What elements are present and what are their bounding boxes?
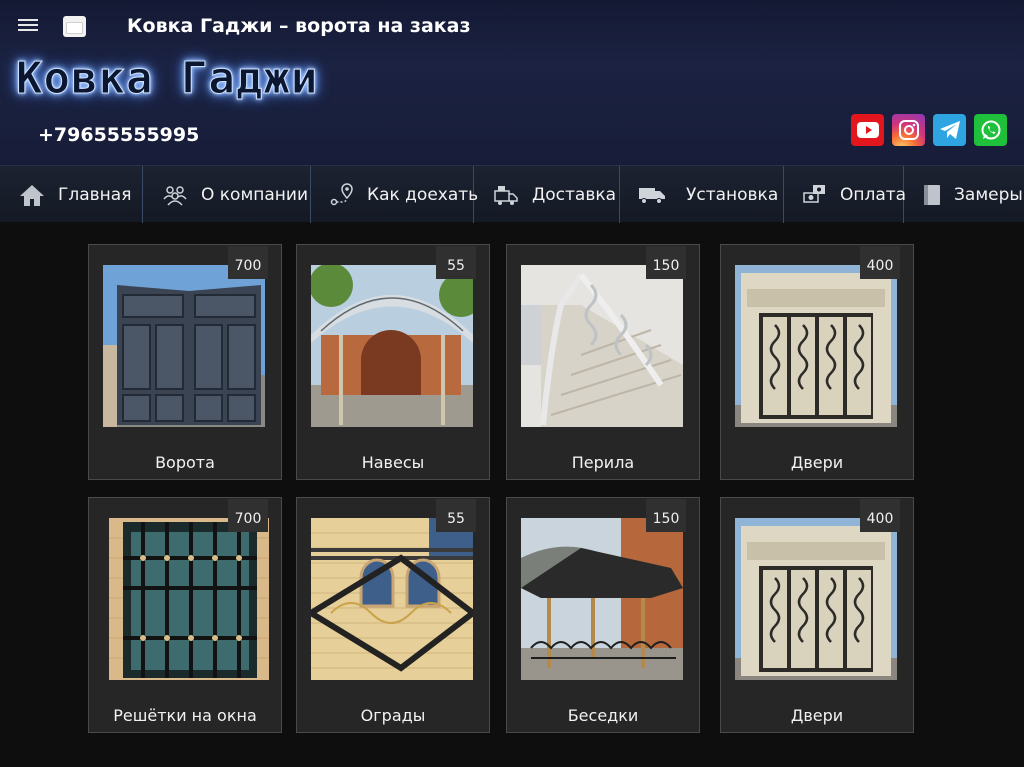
- instagram-icon[interactable]: [892, 114, 925, 146]
- phone-number[interactable]: +79655555995: [38, 124, 199, 146]
- nav-item-about[interactable]: О компании: [143, 166, 311, 223]
- product-count-badge: 400: [860, 499, 900, 532]
- main-navigation: Главная О компании Как доехать Доставка …: [0, 165, 1024, 223]
- product-image-canopies: [311, 265, 473, 427]
- product-card-fences[interactable]: 55 Ограды: [296, 497, 490, 733]
- nav-label: Установка: [686, 184, 779, 205]
- product-image-gazebos: [521, 518, 683, 680]
- nav-item-delivery[interactable]: Доставка: [474, 166, 620, 223]
- book-icon: [918, 181, 946, 209]
- product-count-badge: 150: [646, 499, 686, 532]
- truck-icon: [638, 181, 666, 209]
- product-card-doors[interactable]: 400 Двери: [720, 244, 914, 480]
- product-title: Беседки: [567, 706, 639, 725]
- product-image-doors: [735, 265, 897, 427]
- product-title: Двери: [790, 706, 844, 725]
- nav-label: Замеры: [954, 184, 1023, 205]
- product-title: Ворота: [155, 453, 215, 472]
- route-icon: [329, 181, 355, 209]
- product-grid: 700 Ворота 55 Навесы 150 Перила 400 Двер…: [88, 244, 918, 734]
- nav-item-installation[interactable]: Установка: [620, 166, 784, 223]
- nav-item-home[interactable]: Главная: [0, 166, 143, 223]
- product-title: Перила: [571, 453, 635, 472]
- nav-label: Как доехать: [367, 184, 479, 205]
- product-card-gates[interactable]: 700 Ворота: [88, 244, 282, 480]
- window-icon[interactable]: [63, 16, 86, 37]
- product-title: Двери: [790, 453, 844, 472]
- payment-icon: [802, 181, 828, 209]
- product-title: Ограды: [360, 706, 426, 725]
- telegram-icon[interactable]: [933, 114, 966, 146]
- whatsapp-icon[interactable]: [974, 114, 1007, 146]
- product-count-badge: 400: [860, 246, 900, 279]
- product-image-doors: [735, 518, 897, 680]
- product-image-gates: [103, 265, 265, 427]
- hamburger-menu-icon[interactable]: [16, 16, 40, 36]
- product-card-doors-2[interactable]: 400 Двери: [720, 497, 914, 733]
- product-title: Решётки на окна: [113, 706, 257, 725]
- product-count-badge: 55: [436, 246, 476, 279]
- page-title: Ковка Гаджи – ворота на заказ: [127, 15, 471, 37]
- product-count-badge: 700: [228, 246, 268, 279]
- product-count-badge: 150: [646, 246, 686, 279]
- site-logo[interactable]: Ковка Гаджи: [15, 53, 318, 105]
- nav-item-directions[interactable]: Как доехать: [311, 166, 478, 223]
- nav-item-payment[interactable]: Оплата: [784, 166, 907, 223]
- social-links: [851, 114, 1007, 146]
- product-image-window-grilles: [109, 518, 269, 680]
- product-title: Навесы: [361, 453, 425, 472]
- team-icon: [161, 181, 189, 209]
- product-image-fences: [311, 518, 473, 680]
- site-header: Ковка Гаджи – ворота на заказ Ковка Гадж…: [0, 0, 1024, 165]
- product-card-gazebos[interactable]: 150 Беседки: [506, 497, 700, 733]
- product-count-badge: 700: [228, 499, 268, 532]
- nav-item-measurements[interactable]: Замеры: [904, 166, 1024, 223]
- delivery-icon: [492, 181, 520, 209]
- nav-label: Оплата: [840, 184, 907, 205]
- product-image-railings: [521, 265, 683, 427]
- youtube-icon[interactable]: [851, 114, 884, 146]
- product-card-canopies[interactable]: 55 Навесы: [296, 244, 490, 480]
- product-count-badge: 55: [436, 499, 476, 532]
- product-card-railings[interactable]: 150 Перила: [506, 244, 700, 480]
- nav-label: О компании: [201, 184, 309, 205]
- nav-label: Главная: [58, 184, 132, 205]
- product-card-window-grilles[interactable]: 700 Решётки на окна: [88, 497, 282, 733]
- home-icon: [18, 181, 46, 209]
- nav-label: Доставка: [532, 184, 617, 205]
